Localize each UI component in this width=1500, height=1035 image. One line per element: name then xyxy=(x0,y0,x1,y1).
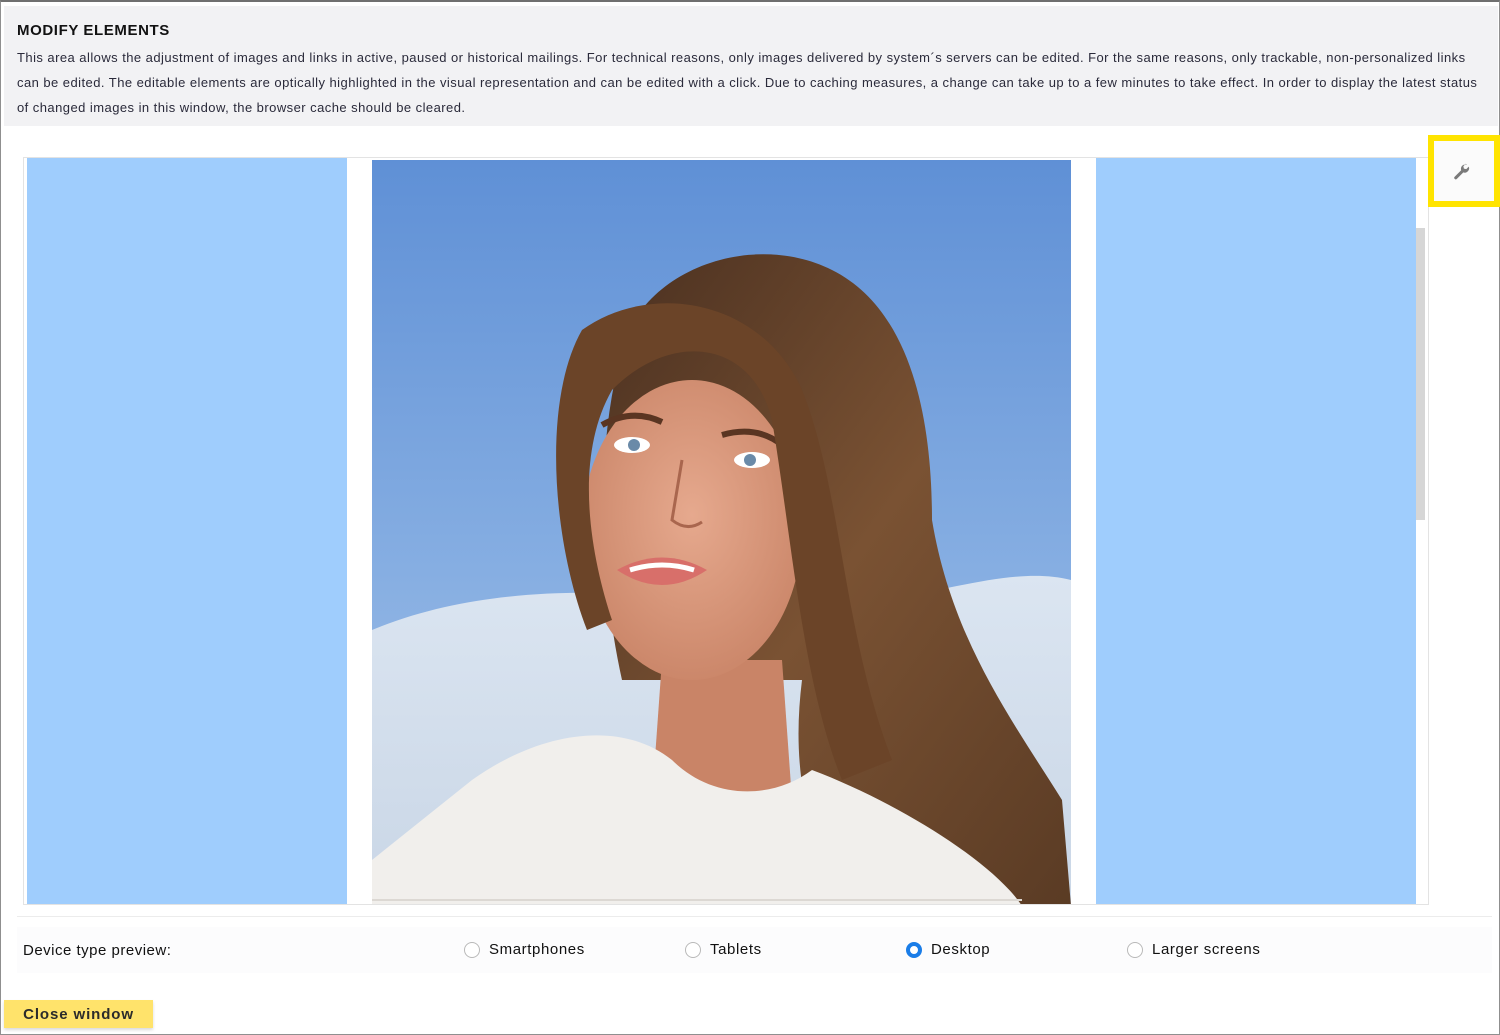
radio-circle-selected[interactable] xyxy=(906,941,922,958)
editable-image-portrait[interactable] xyxy=(372,160,1071,904)
radio-circle[interactable] xyxy=(464,941,480,958)
radio-circle[interactable] xyxy=(1127,941,1143,958)
portrait-photo xyxy=(372,160,1071,904)
preview-scrollbar[interactable] xyxy=(1416,228,1425,520)
wrench-tool-button[interactable] xyxy=(1428,135,1500,207)
radio-smartphones[interactable]: Smartphones xyxy=(464,941,585,958)
divider xyxy=(17,916,1492,917)
radio-label-smartphones: Smartphones xyxy=(489,941,585,958)
device-type-preview: Device type preview: Smartphones Tablets… xyxy=(17,927,1492,973)
wrench-icon xyxy=(1454,163,1470,180)
editable-element-left[interactable] xyxy=(27,158,347,904)
modify-elements-window: MODIFY ELEMENTS This area allows the adj… xyxy=(0,0,1500,1035)
close-window-button[interactable]: Close window xyxy=(4,1000,153,1028)
editable-element-right[interactable] xyxy=(1096,158,1416,904)
radio-label-desktop: Desktop xyxy=(931,941,991,958)
info-header: MODIFY ELEMENTS This area allows the adj… xyxy=(4,6,1498,126)
radio-larger-screens[interactable]: Larger screens xyxy=(1127,941,1260,958)
device-type-label: Device type preview: xyxy=(23,942,172,959)
page-title: MODIFY ELEMENTS xyxy=(17,22,170,39)
radio-desktop[interactable]: Desktop xyxy=(906,941,990,958)
info-description: This area allows the adjustment of image… xyxy=(17,50,1478,115)
radio-label-larger-screens: Larger screens xyxy=(1152,941,1261,958)
radio-label-tablets: Tablets xyxy=(710,941,762,958)
radio-tablets[interactable]: Tablets xyxy=(685,941,762,958)
mailing-preview xyxy=(23,157,1429,905)
radio-circle[interactable] xyxy=(685,941,701,958)
